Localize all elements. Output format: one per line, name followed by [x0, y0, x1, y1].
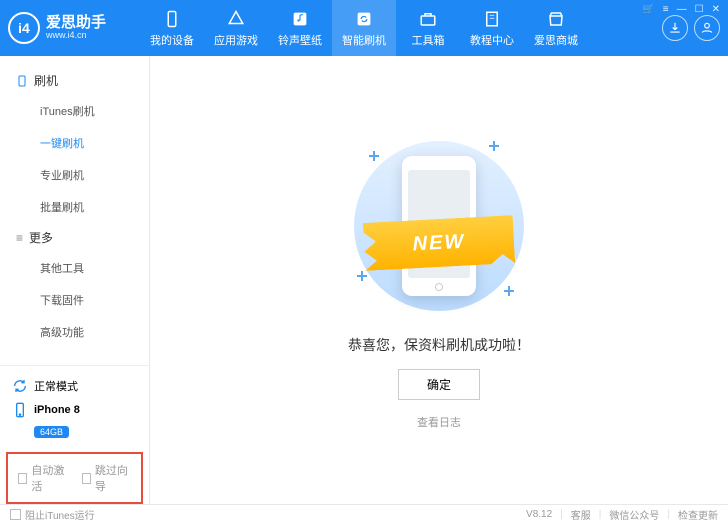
sidebar-item-2[interactable]: 专业刷机 — [0, 159, 149, 191]
refresh-icon — [12, 378, 28, 394]
new-ribbon: NEW — [363, 215, 515, 271]
footer: 阻止iTunes运行 V8.12 | 客服 | 微信公众号 | 检查更新 — [0, 504, 728, 524]
header: i4 爱思助手 www.i4.cn 我的设备应用游戏铃声壁纸智能刷机工具箱教程中… — [0, 0, 728, 56]
device-label: iPhone 8 — [34, 404, 80, 416]
download-button[interactable] — [662, 15, 688, 41]
cart-icon[interactable]: 🛒 — [642, 4, 654, 15]
skip-guide-checkbox[interactable]: 跳过向导 — [82, 462, 132, 494]
sidebar-item-3[interactable]: 批量刷机 — [0, 191, 149, 223]
logo-icon: i4 — [8, 12, 40, 44]
device-row[interactable]: iPhone 8 — [12, 398, 137, 422]
user-icon — [700, 21, 714, 35]
apps-icon — [226, 9, 246, 29]
top-tabs: 我的设备应用游戏铃声壁纸智能刷机工具箱教程中心爱思商城 — [140, 0, 588, 56]
tab-phone[interactable]: 我的设备 — [140, 0, 204, 56]
shop-icon — [546, 9, 566, 29]
sidebar-more-item-1[interactable]: 下载固件 — [0, 284, 149, 316]
mode-label: 正常模式 — [34, 378, 78, 394]
sidebar-item-0[interactable]: iTunes刷机 — [0, 95, 149, 127]
download-icon — [668, 21, 682, 35]
logo: i4 爱思助手 www.i4.cn — [8, 12, 140, 44]
book-icon — [482, 9, 502, 29]
window-controls: 🛒 ≡ — ☐ ✕ — [642, 4, 720, 15]
update-link[interactable]: 检查更新 — [678, 507, 718, 522]
mode-row[interactable]: 正常模式 — [12, 374, 137, 398]
minimize-icon[interactable]: — — [677, 4, 687, 15]
sidebar-group-flash: 刷机 — [0, 66, 149, 95]
tab-shop[interactable]: 爱思商城 — [524, 0, 588, 56]
sidebar-more-item-0[interactable]: 其他工具 — [0, 252, 149, 284]
logo-subtitle: www.i4.cn — [46, 31, 106, 41]
ok-button[interactable]: 确定 — [398, 369, 480, 400]
toolbox-icon — [418, 9, 438, 29]
wechat-link[interactable]: 微信公众号 — [609, 507, 659, 522]
support-link[interactable]: 客服 — [571, 507, 591, 522]
tab-book[interactable]: 教程中心 — [460, 0, 524, 56]
logo-title: 爱思助手 — [46, 15, 106, 32]
sidebar-more-item-2[interactable]: 高级功能 — [0, 316, 149, 348]
music-icon — [290, 9, 310, 29]
sidebar-item-1[interactable]: 一键刷机 — [0, 127, 149, 159]
phone-icon — [16, 75, 28, 87]
main-content: NEW 恭喜您，保资料刷机成功啦！ 确定 查看日志 — [150, 56, 728, 504]
version-label: V8.12 — [526, 509, 552, 520]
device-icon — [12, 402, 28, 418]
block-itunes-checkbox[interactable]: 阻止iTunes运行 — [10, 507, 95, 522]
view-log-link[interactable]: 查看日志 — [417, 414, 461, 430]
sidebar: 刷机 iTunes刷机一键刷机专业刷机批量刷机 ≡ 更多 其他工具下载固件高级功… — [0, 56, 150, 504]
sidebar-group-more: ≡ 更多 — [0, 223, 149, 252]
maximize-icon[interactable]: ☐ — [695, 4, 704, 15]
activation-options: 自动激活 跳过向导 — [6, 452, 143, 504]
tab-refresh[interactable]: 智能刷机 — [332, 0, 396, 56]
list-icon: ≡ — [16, 231, 23, 245]
success-illustration: NEW — [339, 131, 539, 321]
tab-apps[interactable]: 应用游戏 — [204, 0, 268, 56]
user-button[interactable] — [694, 15, 720, 41]
close-icon[interactable]: ✕ — [712, 4, 720, 15]
tab-music[interactable]: 铃声壁纸 — [268, 0, 332, 56]
success-message: 恭喜您，保资料刷机成功啦！ — [348, 335, 530, 355]
refresh-icon — [354, 9, 374, 29]
tab-toolbox[interactable]: 工具箱 — [396, 0, 460, 56]
auto-activate-checkbox[interactable]: 自动激活 — [18, 462, 68, 494]
menu-icon[interactable]: ≡ — [663, 4, 669, 15]
phone-icon — [162, 9, 182, 29]
storage-badge: 64GB — [34, 426, 69, 438]
